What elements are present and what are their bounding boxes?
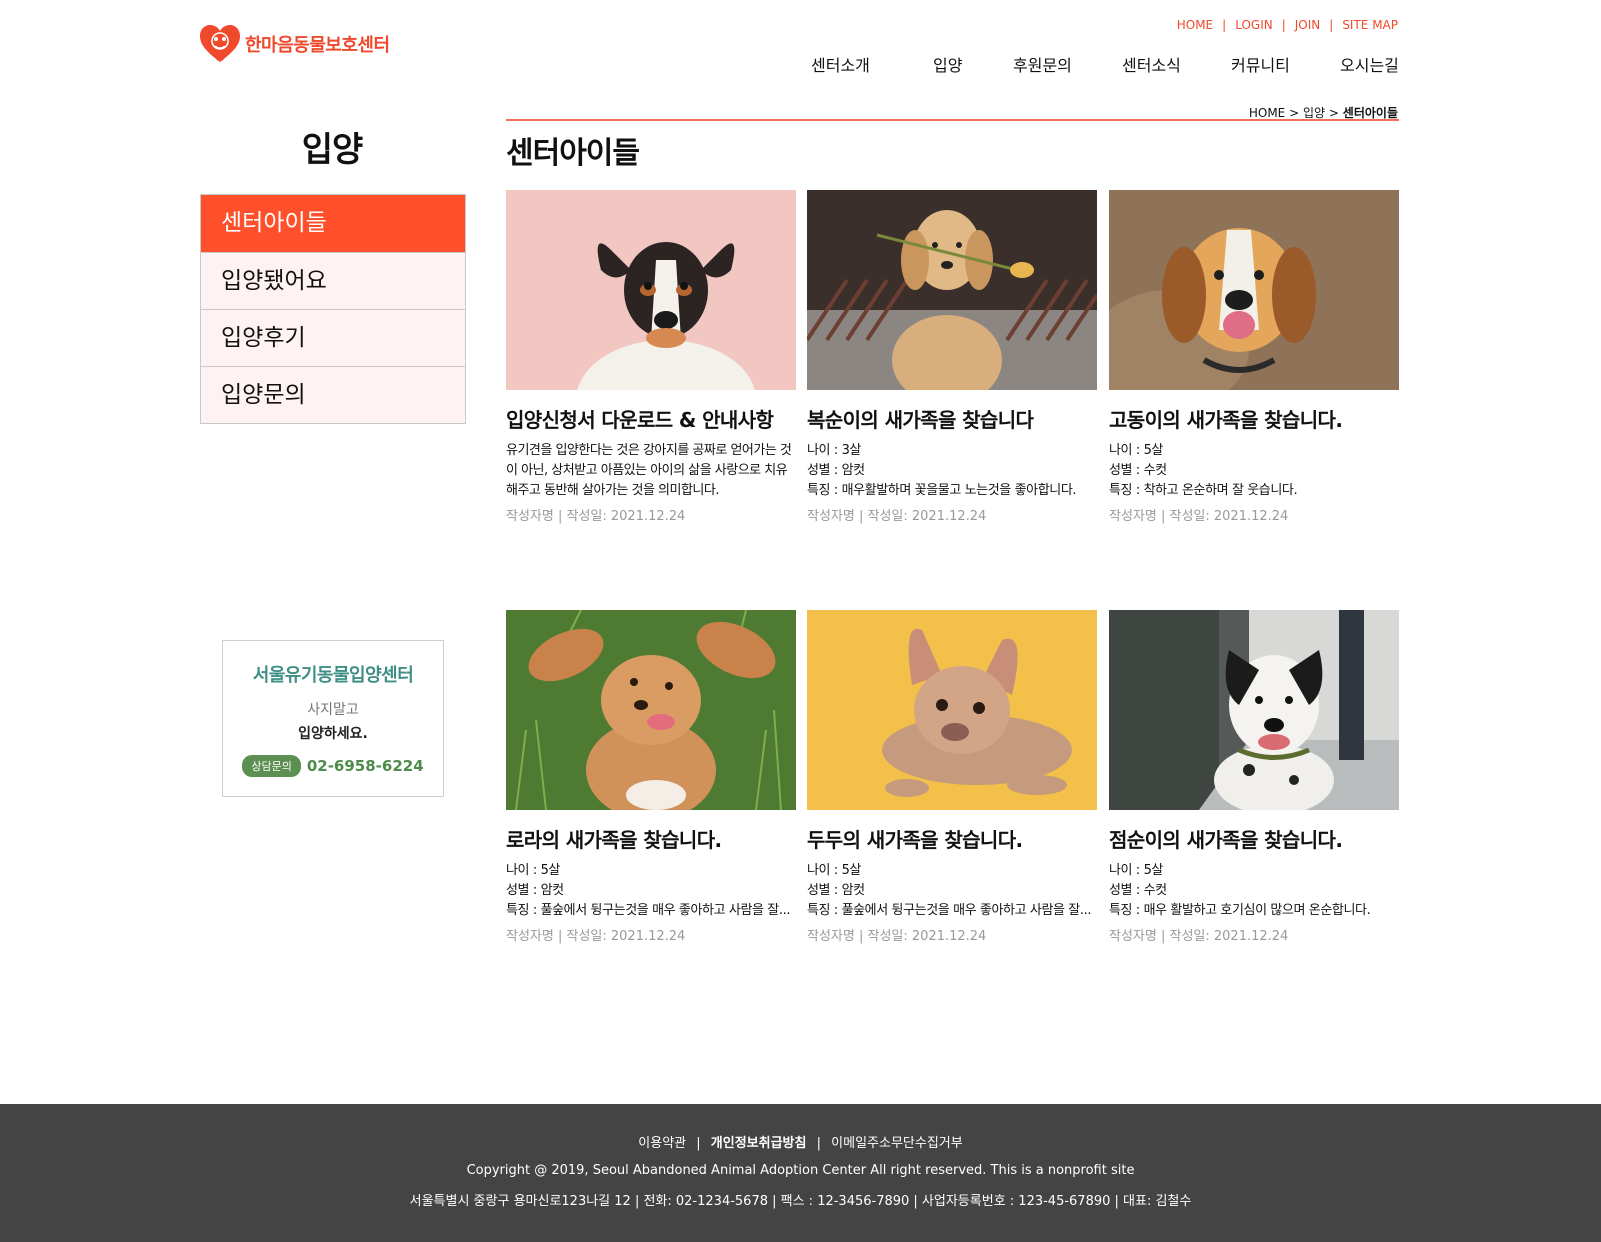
sidebar-item-reviews[interactable]: 입양후기 xyxy=(201,309,465,366)
card-trait: 특징 : 매우 활발하고 호기심이 많으며 온순합니다. xyxy=(1109,903,1371,918)
card-adoption-guide[interactable]: 입양신청서 다운로드 & 안내사항 유기견을 입양한다는 것은 강아지를 공짜로… xyxy=(506,190,796,524)
card-gender: 성별 : 암컷 xyxy=(807,883,865,898)
banner-title: 서울유기동물입양센터 xyxy=(252,665,414,686)
sidebar-item-center-pets[interactable]: 센터아이들 xyxy=(201,195,465,252)
util-divider: | xyxy=(1222,18,1227,32)
card-details: 나이 : 5살 성별 : 암컷 특징 : 풀숲에서 뒹구는것을 매우 좋아하고 … xyxy=(506,861,796,921)
consult-phone[interactable]: 02-6958-6224 xyxy=(307,757,424,775)
consult-badge: 상담문의 xyxy=(242,755,301,777)
card-trait: 특징 : 풀숲에서 뒹구는것을 매우 좋아하고 사람을 잘... xyxy=(807,903,1092,918)
footer-links: 이용약관 | 개인정보취급방침 | 이메일주소무단수집거부 xyxy=(0,1132,1601,1151)
card-age: 나이 : 5살 xyxy=(506,863,560,878)
spaniel-photo[interactable] xyxy=(506,610,796,810)
card-meta: 작성자명 | 작성일: 2021.12.24 xyxy=(506,509,686,524)
page-title: 센터아이들 xyxy=(506,136,640,171)
sidebar-item-inquiry[interactable]: 입양문의 xyxy=(201,366,465,423)
card-trait: 특징 : 풀숲에서 뒹구는것을 매우 좋아하고 사람을 잘... xyxy=(506,903,791,918)
beagle-photo[interactable] xyxy=(1109,190,1399,390)
card-details: 나이 : 5살 성별 : 수컷 특징 : 매우 활발하고 호기심이 많으며 온순… xyxy=(1109,861,1399,921)
breadcrumb-home[interactable]: HOME xyxy=(1249,106,1285,120)
sidebar-item-adopted[interactable]: 입양됐어요 xyxy=(201,252,465,309)
card-details: 나이 : 5살 성별 : 수컷 특징 : 착하고 온순하며 잘 웃습니다. xyxy=(1109,441,1399,501)
french-bulldog-photo[interactable] xyxy=(807,610,1097,810)
breadcrumb-separator: > xyxy=(1289,106,1300,120)
adoption-center-banner[interactable]: 서울유기동물입양센터 사지말고 입양하세요. 상담문의 02-6958-6224 xyxy=(222,640,444,797)
card-title[interactable]: 복순이의 새가족을 찾습니다 xyxy=(807,404,1097,433)
title-divider xyxy=(506,119,1399,121)
banner-subtitle: 사지말고 xyxy=(307,702,359,718)
card-meta: 작성자명 | 작성일: 2021.12.24 xyxy=(506,929,686,944)
nav-directions[interactable]: 오시는길 xyxy=(1340,52,1399,76)
card-boksun[interactable]: 복순이의 새가족을 찾습니다 나이 : 3살 성별 : 암컷 특징 : 매우활발… xyxy=(807,190,1097,524)
nav-adoption[interactable]: 입양 xyxy=(933,52,962,76)
nav-community[interactable]: 커뮤니티 xyxy=(1231,52,1290,76)
card-title[interactable]: 점순이의 새가족을 찾습니다. xyxy=(1109,824,1399,853)
card-age: 나이 : 5살 xyxy=(1109,443,1163,458)
footer-terms-link[interactable]: 이용약관 xyxy=(638,1136,686,1151)
card-trait: 특징 : 매우활발하며 꽃을물고 노는것을 좋아합니다. xyxy=(807,483,1077,498)
util-divider: | xyxy=(1281,18,1286,32)
card-meta: 작성자명 | 작성일: 2021.12.24 xyxy=(1109,509,1289,524)
jack-russell-photo[interactable] xyxy=(506,190,796,390)
footer-divider: | xyxy=(696,1136,701,1151)
card-gender: 성별 : 수컷 xyxy=(1109,883,1167,898)
sidebar-title: 입양 xyxy=(301,130,364,170)
nav-center-intro[interactable]: 센터소개 xyxy=(811,52,870,76)
nav-sponsorship[interactable]: 후원문의 xyxy=(1013,52,1072,76)
banner-slogan: 입양하세요. xyxy=(298,726,368,742)
card-details: 나이 : 3살 성별 : 암컷 특징 : 매우활발하며 꽃을물고 노는것을 좋아… xyxy=(807,441,1097,501)
card-age: 나이 : 5살 xyxy=(807,863,861,878)
footer-email-policy-link[interactable]: 이메일주소무단수집거부 xyxy=(831,1136,963,1151)
card-details: 나이 : 5살 성별 : 암컷 특징 : 풀숲에서 뒹구는것을 매우 좋아하고 … xyxy=(807,861,1097,921)
card-age: 나이 : 3살 xyxy=(807,443,861,458)
card-title[interactable]: 두두의 새가족을 찾습니다. xyxy=(807,824,1097,853)
card-meta: 작성자명 | 작성일: 2021.12.24 xyxy=(807,929,987,944)
site-footer: 이용약관 | 개인정보취급방침 | 이메일주소무단수집거부 Copyright … xyxy=(0,1104,1601,1242)
breadcrumb-current: 센터아이들 xyxy=(1342,106,1398,120)
card-title[interactable]: 로라의 새가족을 찾습니다. xyxy=(506,824,796,853)
card-lora[interactable]: 로라의 새가족을 찾습니다. 나이 : 5살 성별 : 암컷 특징 : 풀숲에서… xyxy=(506,610,796,944)
card-meta: 작성자명 | 작성일: 2021.12.24 xyxy=(1109,929,1289,944)
golden-dog-photo[interactable] xyxy=(807,190,1097,390)
card-jeomsun[interactable]: 점순이의 새가족을 찾습니다. 나이 : 5살 성별 : 수컷 특징 : 매우 … xyxy=(1109,610,1399,944)
sidebar-menu: 센터아이들 입양됐어요 입양후기 입양문의 xyxy=(200,194,466,424)
card-godong[interactable]: 고동이의 새가족을 찾습니다. 나이 : 5살 성별 : 수컷 특징 : 착하고… xyxy=(1109,190,1399,524)
util-home-link[interactable]: HOME xyxy=(1177,18,1213,32)
util-join-link[interactable]: JOIN xyxy=(1295,18,1321,32)
footer-divider: | xyxy=(816,1136,822,1151)
util-sitemap-link[interactable]: SITE MAP xyxy=(1342,18,1398,32)
card-gender: 성별 : 암컷 xyxy=(506,883,564,898)
nav-center-news[interactable]: 센터소식 xyxy=(1122,52,1181,76)
main-nav: 센터소개 입양 후원문의 센터소식 커뮤니티 오시는길 xyxy=(0,52,1601,76)
footer-copyright: Copyright @ 2019, Seoul Abandoned Animal… xyxy=(466,1163,1135,1178)
card-trait: 특징 : 착하고 온순하며 잘 웃습니다. xyxy=(1109,483,1298,498)
card-meta: 작성자명 | 작성일: 2021.12.24 xyxy=(807,509,987,524)
breadcrumb-separator: > xyxy=(1328,106,1339,120)
spotted-dog-photo[interactable] xyxy=(1109,610,1399,810)
card-title[interactable]: 입양신청서 다운로드 & 안내사항 xyxy=(506,404,796,433)
util-login-link[interactable]: LOGIN xyxy=(1235,18,1273,32)
breadcrumb-parent[interactable]: 입양 xyxy=(1303,106,1325,120)
card-gender: 성별 : 암컷 xyxy=(807,463,865,478)
util-divider: | xyxy=(1329,18,1334,32)
footer-address: 서울특별시 중랑구 용마신로123나길 12 | 전화: 02-1234-567… xyxy=(409,1194,1192,1209)
card-description: 유기견을 입양한다는 것은 강아지를 공짜로 얻어가는 것이 아닌, 상처받고 … xyxy=(506,443,792,498)
card-gender: 성별 : 수컷 xyxy=(1109,463,1167,478)
banner-contact: 상담문의 02-6958-6224 xyxy=(223,755,443,777)
footer-privacy-link[interactable]: 개인정보취급방침 xyxy=(711,1136,807,1151)
card-age: 나이 : 5살 xyxy=(1109,863,1163,878)
card-dudu[interactable]: 두두의 새가족을 찾습니다. 나이 : 5살 성별 : 암컷 특징 : 풀숲에서… xyxy=(807,610,1097,944)
utility-nav: HOME | LOGIN | JOIN | SITE MAP xyxy=(1177,18,1398,32)
card-title[interactable]: 고동이의 새가족을 찾습니다. xyxy=(1109,404,1399,433)
